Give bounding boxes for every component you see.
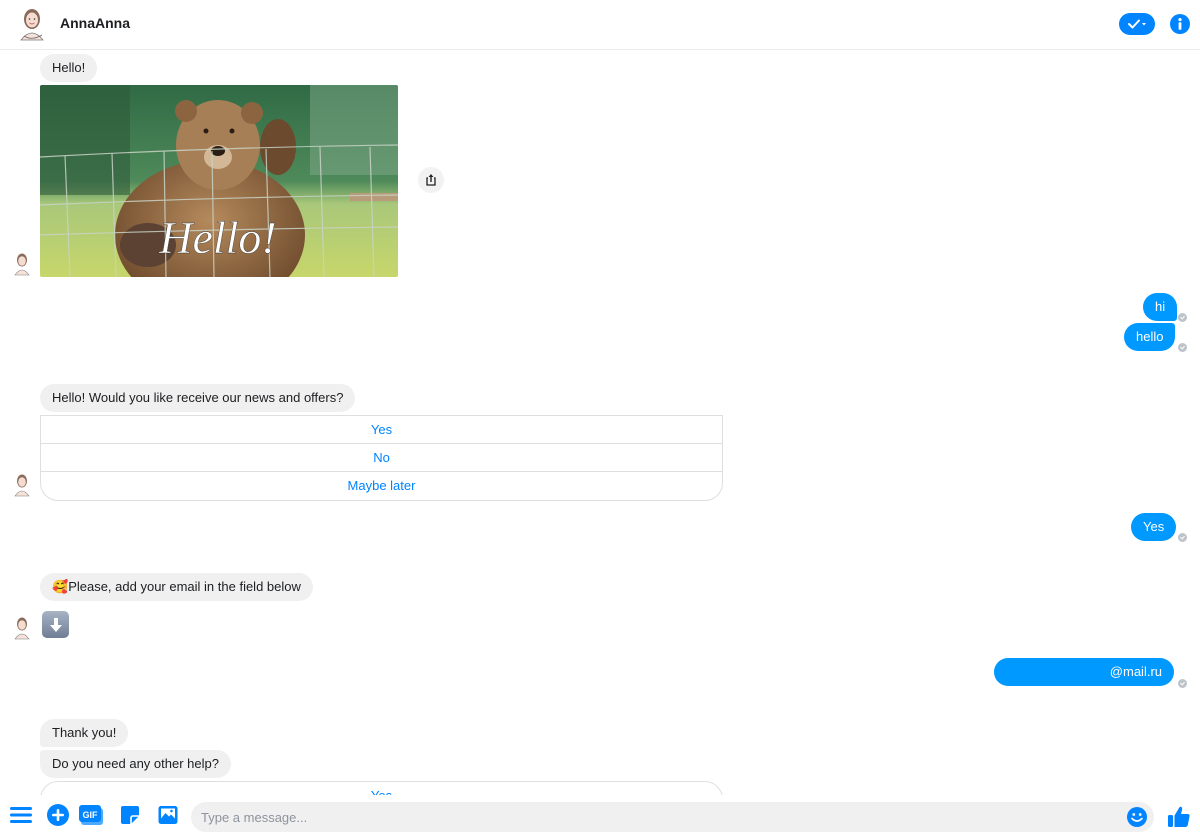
photo-button[interactable] — [156, 803, 180, 827]
seen-indicator-icon — [1178, 313, 1187, 322]
share-button[interactable] — [418, 167, 444, 193]
contact-avatar-small — [14, 253, 30, 276]
message-input-wrapper — [191, 802, 1154, 832]
image-icon — [158, 806, 178, 824]
sticker-button[interactable] — [118, 803, 142, 827]
gif-caption: Hello! — [158, 212, 277, 263]
mark-as-done-button[interactable] — [1119, 13, 1155, 35]
email-prompt-text: Please, add your email in the field belo… — [68, 579, 301, 594]
contact-avatar-small — [14, 617, 30, 640]
down-arrow-emoji-icon — [42, 611, 69, 638]
menu-button[interactable] — [9, 803, 33, 827]
gif-picture: Hello! — [40, 85, 398, 277]
contact-avatar-small — [14, 474, 30, 497]
incoming-message: Thank you! — [40, 719, 129, 747]
outgoing-message: Yes — [1131, 513, 1177, 541]
incoming-message: Hello! Would you like receive our news a… — [40, 384, 356, 412]
quick-replies-help: Yes — [40, 781, 723, 795]
contact-avatar[interactable] — [16, 6, 48, 42]
share-icon — [426, 174, 436, 186]
message-list[interactable]: Hello! Hello! hi hello Hello! Would you … — [0, 51, 1200, 795]
smiling-hearts-emoji: 🥰 — [52, 579, 69, 594]
plus-circle-icon — [47, 804, 69, 826]
quick-reply-yes[interactable]: Yes — [41, 416, 722, 444]
conversation-info-button[interactable] — [1170, 14, 1190, 34]
seen-indicator-icon — [1178, 533, 1187, 542]
gif-icon: GIF — [79, 805, 103, 825]
message-input[interactable] — [201, 802, 1121, 832]
outgoing-message: hello — [1124, 323, 1176, 351]
svg-text:GIF: GIF — [83, 810, 99, 820]
incoming-message: 🥰Please, add your email in the field bel… — [40, 573, 313, 601]
quick-replies-news: Yes No Maybe later — [40, 415, 723, 501]
gif-button[interactable]: GIF — [79, 803, 103, 827]
quick-reply-maybe-later[interactable]: Maybe later — [41, 472, 722, 500]
thumbs-up-icon[interactable] — [1167, 805, 1191, 829]
message-composer: GIF — [0, 795, 1200, 838]
outgoing-message: hi — [1143, 293, 1178, 321]
checkmark-dropdown-icon — [1128, 19, 1146, 29]
info-icon — [1178, 18, 1182, 30]
bear-hello-gif[interactable]: Hello! — [40, 85, 398, 277]
hamburger-menu-icon — [10, 807, 32, 823]
seen-indicator-icon — [1178, 679, 1187, 688]
outgoing-message-email: @mail.ru — [994, 658, 1174, 686]
more-actions-button[interactable] — [46, 803, 70, 827]
conversation-header: AnnaAnna — [0, 0, 1200, 50]
messenger-window: AnnaAnna Hello! Hello! hi hello Hello! W… — [0, 0, 1200, 838]
incoming-message: Hello! — [40, 54, 98, 82]
quick-reply-yes[interactable]: Yes — [41, 782, 722, 795]
contact-name: AnnaAnna — [60, 15, 130, 31]
emoji-icon[interactable] — [1127, 807, 1147, 827]
seen-indicator-icon — [1178, 343, 1187, 352]
sticker-icon — [121, 806, 139, 824]
incoming-message: Do you need any other help? — [40, 750, 231, 778]
quick-reply-no[interactable]: No — [41, 444, 722, 472]
